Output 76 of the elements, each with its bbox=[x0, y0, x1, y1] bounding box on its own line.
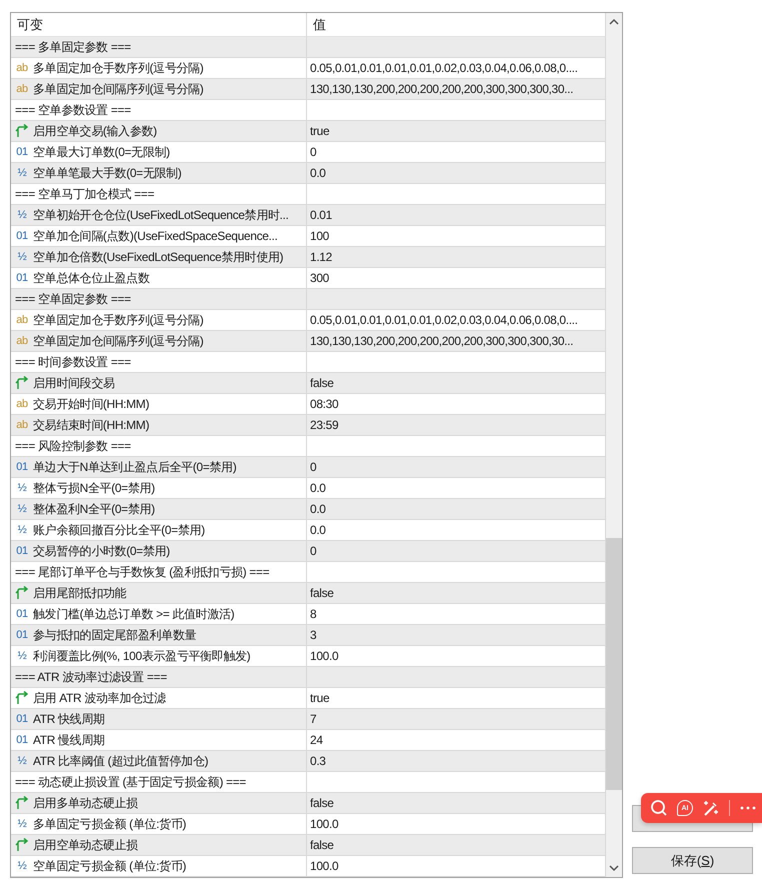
type-icon: ½ bbox=[15, 524, 29, 536]
toggle-arrow-icon bbox=[15, 586, 29, 600]
type-icon: ½ bbox=[15, 482, 29, 494]
parameter-name: ATR 慢线周期 bbox=[33, 732, 105, 748]
parameter-name: 交易暂停的小时数(0=禁用) bbox=[33, 542, 170, 560]
section-heading: === 尾部订单平仓与手数恢复 (盈利抵扣亏损) === bbox=[11, 562, 307, 582]
toggle-arrow-icon bbox=[15, 124, 29, 138]
section-heading: === ATR 波动率过滤设置 === bbox=[11, 667, 307, 687]
parameter-name: 启用时间段交易 bbox=[33, 374, 115, 392]
parameter-name: 空单总体仓位止盈点数 bbox=[33, 270, 150, 286]
parameter-name: 触发门槛(单边总订单数 >= 此值时激活) bbox=[33, 606, 234, 622]
type-icon: 01 bbox=[15, 461, 29, 473]
type-icon: ½ bbox=[15, 650, 29, 662]
toggle-arrow-icon bbox=[15, 376, 29, 390]
save-button[interactable]: 保存(S) bbox=[632, 847, 753, 874]
parameter-name: 空单单笔最大手数(0=无限制) bbox=[33, 164, 182, 182]
type-icon: 01 bbox=[15, 629, 29, 641]
parameter-name: 启用 ATR 波动率加仓过滤 bbox=[33, 690, 166, 706]
parameter-name: ATR 快线周期 bbox=[33, 710, 105, 728]
toggle-arrow-icon bbox=[15, 691, 29, 705]
parameter-name: 参与抵扣的固定尾部盈利单数量 bbox=[33, 626, 196, 644]
parameter-name: 空单加仓倍数(UseFixedLotSequence禁用时使用) bbox=[33, 248, 284, 266]
toggle-arrow-icon bbox=[15, 838, 29, 852]
type-icon: ½ bbox=[15, 167, 29, 179]
parameter-name: 空单加仓间隔(点数)(UseFixedSpaceSequence... bbox=[33, 228, 278, 244]
type-icon: ab bbox=[15, 335, 29, 347]
parameter-name: 整体亏损N全平(0=禁用) bbox=[33, 480, 155, 496]
parameter-name: 交易结束时间(HH:MM) bbox=[33, 416, 150, 434]
section-heading: === 多单固定参数 === bbox=[11, 37, 307, 57]
type-icon: ab bbox=[15, 83, 29, 95]
parameter-name: ATR 比率阈值 (超过此值暂停加仓) bbox=[33, 752, 208, 770]
parameter-name: 利润覆盖比例(%, 100表示盈亏平衡即触发) bbox=[33, 648, 250, 664]
type-icon: 01 bbox=[15, 146, 29, 158]
type-icon: ab bbox=[15, 419, 29, 431]
scroll-down-icon[interactable] bbox=[609, 863, 619, 873]
type-icon: 01 bbox=[15, 608, 29, 620]
parameter-name: 多单固定加仓间隔序列(逗号分隔) bbox=[33, 80, 204, 98]
type-icon: ab bbox=[15, 314, 29, 326]
type-icon: 01 bbox=[15, 272, 29, 284]
parameter-name: 空单最大订单数(0=无限制) bbox=[33, 144, 170, 160]
type-icon: 01 bbox=[15, 230, 29, 242]
magic-wand-icon[interactable] bbox=[702, 799, 720, 817]
parameter-name: 整体盈利N全平(0=禁用) bbox=[33, 500, 155, 518]
type-icon: 01 bbox=[15, 545, 29, 557]
type-icon: ½ bbox=[15, 755, 29, 767]
parameter-name: 启用尾部抵扣功能 bbox=[33, 584, 126, 602]
section-heading: === 风险控制参数 === bbox=[11, 436, 307, 456]
parameter-name: 空单固定亏损金额 (单位:货币) bbox=[33, 858, 186, 874]
section-heading: === 动态硬止损设置 (基于固定亏损金额) === bbox=[11, 772, 307, 792]
scroll-up-icon[interactable] bbox=[609, 17, 619, 27]
parameter-name: 空单固定加仓间隔序列(逗号分隔) bbox=[33, 332, 204, 350]
toggle-arrow-icon bbox=[15, 796, 29, 810]
parameter-name: 单边大于N单达到止盈点后全平(0=禁用) bbox=[33, 458, 236, 476]
search-icon[interactable] bbox=[650, 799, 668, 817]
parameter-name: 启用空单动态硬止损 bbox=[33, 836, 138, 854]
section-heading: === 时间参数设置 === bbox=[11, 352, 307, 372]
type-icon: ½ bbox=[15, 251, 29, 263]
parameter-name: 启用多单动态硬止损 bbox=[33, 794, 138, 812]
type-icon: 01 bbox=[15, 734, 29, 746]
parameter-name: 启用空单交易(输入参数) bbox=[33, 122, 157, 140]
type-icon: 01 bbox=[15, 713, 29, 725]
parameter-name: 空单固定加仓手数序列(逗号分隔) bbox=[33, 312, 204, 328]
parameter-name: 多单固定加仓手数序列(逗号分隔) bbox=[33, 60, 204, 76]
section-heading: === 空单马丁加仓模式 === bbox=[11, 184, 307, 204]
type-icon: ab bbox=[15, 62, 29, 74]
type-icon: ab bbox=[15, 398, 29, 410]
type-icon: ½ bbox=[15, 818, 29, 830]
type-icon: ½ bbox=[15, 503, 29, 515]
type-icon: ½ bbox=[15, 209, 29, 221]
parameter-name: 空单初始开仓仓位(UseFixedLotSequence禁用时... bbox=[33, 206, 289, 224]
type-icon: ½ bbox=[15, 860, 29, 872]
section-heading: === 空单固定参数 === bbox=[11, 289, 307, 309]
parameter-name: 账户余额回撤百分比全平(0=禁用) bbox=[33, 522, 205, 538]
parameter-name: 多单固定亏损金额 (单位:货币) bbox=[33, 816, 186, 832]
section-heading: === 空单参数设置 === bbox=[11, 100, 307, 120]
parameter-name: 交易开始时间(HH:MM) bbox=[33, 396, 150, 412]
